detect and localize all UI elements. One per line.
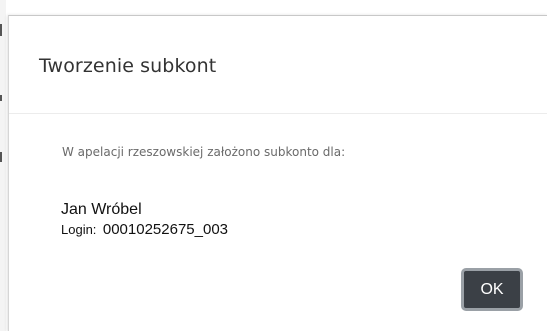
ok-button[interactable]: OK: [461, 268, 523, 311]
screen: Tworzenie subkont W apelacji rzeszowskie…: [0, 0, 547, 331]
dialog-message: W apelacji rzeszowskiej założono subkont…: [62, 145, 346, 159]
title-divider: [9, 113, 547, 114]
background-page-edge: [0, 152, 2, 162]
subaccount-dialog: Tworzenie subkont W apelacji rzeszowskie…: [8, 15, 547, 331]
login-line: Login: 00010252675_003: [61, 221, 228, 239]
person-name: Jan Wróbel: [61, 201, 142, 218]
login-label: Login:: [61, 222, 97, 237]
login-value: 00010252675_003: [102, 221, 229, 238]
background-page-edge: [0, 24, 2, 36]
background-page-edge: [0, 95, 2, 101]
background-page: [0, 0, 6, 331]
dialog-title: Tworzenie subkont: [39, 55, 217, 77]
